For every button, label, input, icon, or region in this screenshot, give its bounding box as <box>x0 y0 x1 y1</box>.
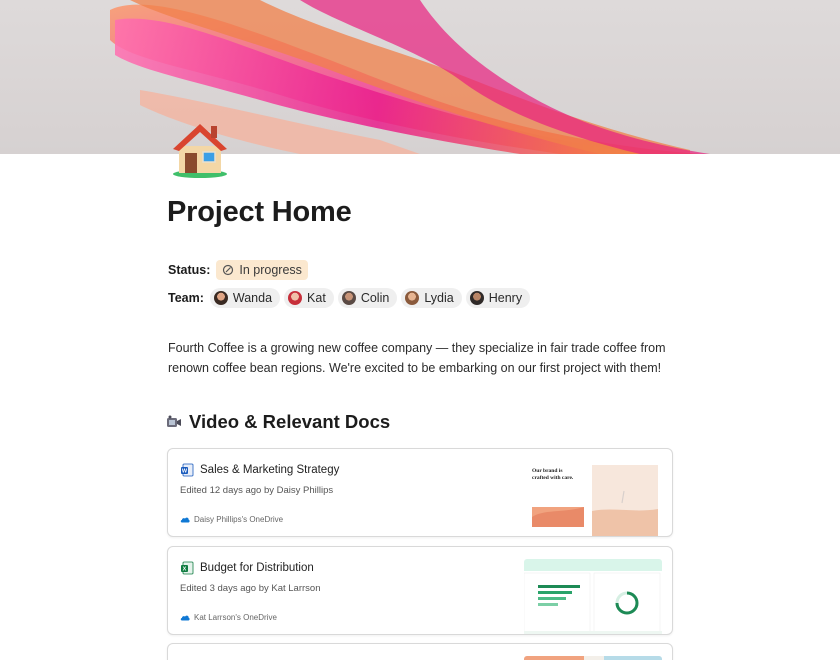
doc-source-label: Kat Larrson's OneDrive <box>194 613 277 622</box>
doc-meta: Edited 12 days ago by Daisy Phillips <box>180 485 334 496</box>
person-chip-lydia[interactable]: Lydia <box>401 288 462 308</box>
page-title[interactable]: Project Home <box>167 196 352 229</box>
doc-title[interactable]: Budget for Distribution <box>200 562 314 574</box>
avatar <box>469 291 484 305</box>
person-name: Henry <box>488 291 523 305</box>
status-label: Status: <box>168 263 211 277</box>
doc-source-label: Daisy Phillips's OneDrive <box>194 515 284 524</box>
status-badge[interactable]: In progress <box>216 260 308 280</box>
avatar <box>341 291 356 305</box>
team-label: Team: <box>168 291 204 305</box>
person-chip-colin[interactable]: Colin <box>337 288 398 308</box>
onedrive-icon <box>180 615 190 621</box>
person-chip-kat[interactable]: Kat <box>284 288 334 308</box>
doc-thumbnail: Our brand is crafted with care. <box>524 461 662 536</box>
person-name: Lydia <box>424 291 454 305</box>
doc-thumbnail <box>524 559 662 634</box>
person-name: Colin <box>360 291 390 305</box>
doc-card[interactable]: W Sales & Marketing Strategy Edited 12 d… <box>167 448 673 537</box>
status-row: Status: In progress <box>168 260 308 280</box>
person-name: Wanda <box>232 291 273 305</box>
status-value: In progress <box>239 263 302 277</box>
onedrive-icon <box>180 517 190 523</box>
svg-text:W: W <box>182 469 188 475</box>
house-icon[interactable] <box>170 118 232 180</box>
doc-title[interactable]: Sales & Marketing Strategy <box>200 464 339 476</box>
page-description[interactable]: Fourth Coffee is a growing new coffee co… <box>168 338 668 378</box>
avatar <box>405 291 420 305</box>
excel-icon: X <box>181 561 194 575</box>
in-progress-icon <box>223 264 234 276</box>
team-row: Team: Wanda Kat Colin Lydia Henry <box>168 288 534 308</box>
person-name: Kat <box>307 291 326 305</box>
section-title: Video & Relevant Docs <box>189 411 391 432</box>
doc-source: Daisy Phillips's OneDrive <box>180 515 283 524</box>
doc-thumbnail <box>524 656 662 660</box>
video-camera-icon <box>167 415 181 427</box>
person-chip-henry[interactable]: Henry <box>465 288 531 308</box>
avatar <box>213 291 228 305</box>
doc-card[interactable] <box>167 643 673 660</box>
word-icon: W <box>181 463 194 477</box>
doc-source: Kat Larrson's OneDrive <box>180 613 277 622</box>
doc-card[interactable]: X Budget for Distribution Edited 3 days … <box>167 546 673 635</box>
avatar <box>288 291 303 305</box>
svg-text:X: X <box>183 567 187 573</box>
cover-image <box>0 0 840 154</box>
section-heading: Video & Relevant Docs <box>165 411 390 433</box>
person-chip-wanda[interactable]: Wanda <box>209 288 281 308</box>
doc-meta: Edited 3 days ago by Kat Larrson <box>180 583 321 594</box>
